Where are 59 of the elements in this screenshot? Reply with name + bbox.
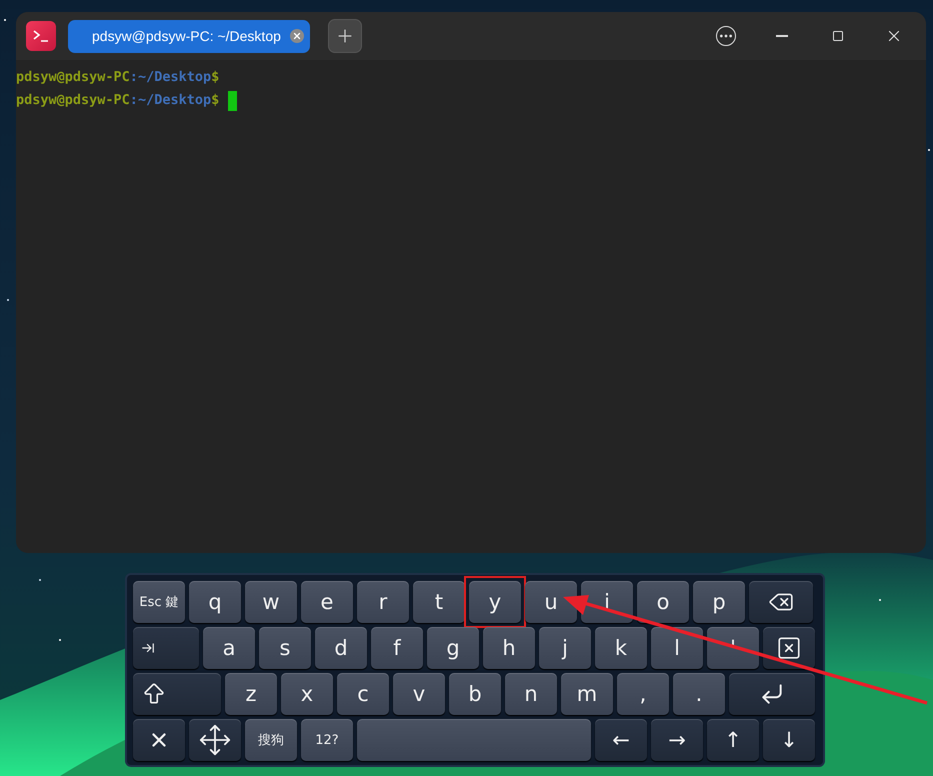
new-tab-button[interactable] — [328, 19, 362, 53]
key[interactable]: z — [225, 673, 277, 715]
more-icon — [716, 26, 736, 46]
key[interactable]: b — [449, 673, 501, 715]
clear-icon — [776, 635, 802, 661]
prompt-symbol: $ — [211, 68, 220, 87]
key[interactable]: y — [469, 581, 521, 623]
key[interactable]: . — [673, 673, 725, 715]
minimize-icon — [776, 35, 788, 37]
key[interactable]: n — [505, 673, 557, 715]
key[interactable]: w — [245, 581, 297, 623]
key[interactable]: Esc 鍵 — [133, 581, 185, 623]
key[interactable]: 12? — [301, 719, 353, 761]
prompt-path: ~/Desktop — [138, 91, 212, 110]
shift-key[interactable] — [133, 673, 221, 715]
key[interactable]: r — [357, 581, 409, 623]
prompt-symbol: $ — [211, 91, 220, 110]
prompt-user: pdsyw@pdsyw-PC — [16, 68, 130, 87]
key[interactable]: d — [315, 627, 367, 669]
key[interactable]: → — [651, 719, 703, 761]
key[interactable]: e — [301, 581, 353, 623]
key[interactable]: h — [483, 627, 535, 669]
key[interactable]: u — [525, 581, 577, 623]
key[interactable]: t — [413, 581, 465, 623]
prompt-path: ~/Desktop — [138, 68, 212, 87]
prompt-separator: : — [130, 68, 138, 87]
terminal-icon — [26, 21, 56, 51]
key[interactable]: f — [371, 627, 423, 669]
key[interactable]: ← — [595, 719, 647, 761]
key[interactable]: p — [693, 581, 745, 623]
move-key[interactable] — [189, 719, 241, 761]
key[interactable]: j — [539, 627, 591, 669]
backspace-key[interactable] — [749, 581, 813, 623]
key[interactable]: s — [259, 627, 311, 669]
close-icon[interactable] — [290, 29, 304, 43]
tab-icon — [141, 641, 155, 655]
key[interactable]: , — [617, 673, 669, 715]
key[interactable]: v — [393, 673, 445, 715]
key[interactable]: 搜狗 — [245, 719, 297, 761]
prompt-user: pdsyw@pdsyw-PC — [16, 91, 130, 110]
maximize-icon — [832, 30, 844, 42]
enter-key[interactable] — [729, 673, 815, 715]
key[interactable]: m — [561, 673, 613, 715]
move-icon — [198, 723, 232, 757]
key[interactable]: x — [281, 673, 333, 715]
tab-title: pdsyw@pdsyw-PC: ~/Desktop — [92, 28, 282, 44]
key[interactable]: a — [203, 627, 255, 669]
prompt-separator: : — [130, 91, 138, 110]
key[interactable]: c — [337, 673, 389, 715]
key[interactable]: l — [651, 627, 703, 669]
key[interactable]: ↓ — [763, 719, 815, 761]
hide-key[interactable] — [133, 719, 185, 761]
key[interactable]: q — [189, 581, 241, 623]
terminal-tab[interactable]: pdsyw@pdsyw-PC: ~/Desktop — [68, 20, 310, 52]
key[interactable]: k — [595, 627, 647, 669]
key[interactable]: o — [637, 581, 689, 623]
clear-key[interactable] — [763, 627, 815, 669]
key[interactable]: g — [427, 627, 479, 669]
key[interactable]: ↑ — [707, 719, 759, 761]
